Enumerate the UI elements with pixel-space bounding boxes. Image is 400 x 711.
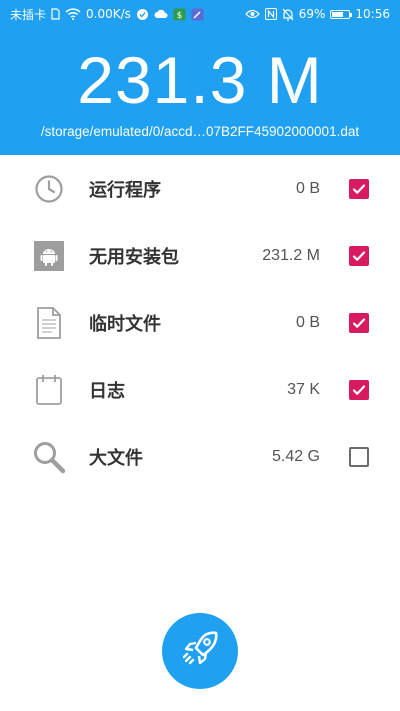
checkmark-icon (352, 183, 366, 194)
item-size: 0 B (295, 313, 320, 331)
item-checkbox[interactable] (349, 446, 369, 467)
item-label: 日志 (89, 380, 125, 402)
status-bar-right: 69% 10:56 (244, 7, 390, 21)
android-icon (32, 239, 66, 273)
list-item-large-files[interactable]: 大文件 5.42 G (0, 423, 400, 490)
status-bar: 未插卡 0.00K/s $ 69% 10:56 (0, 0, 400, 28)
item-label: 大文件 (89, 447, 143, 469)
app-notification-icon: $ (173, 8, 186, 21)
scanning-path: /storage/emulated/0/accd…07B2FF459020000… (40, 124, 360, 139)
item-label: 无用安装包 (89, 246, 179, 268)
boost-button[interactable] (162, 613, 238, 689)
wifi-icon (65, 8, 81, 20)
clock-icon (32, 172, 66, 206)
list-item-running-apps[interactable]: 运行程序 0 B (0, 155, 400, 222)
item-checkbox[interactable] (349, 379, 369, 400)
item-checkbox[interactable] (349, 312, 369, 333)
item-size: 37 K (287, 380, 320, 398)
list-item-unused-apks[interactable]: 无用安装包 231.2 M (0, 222, 400, 289)
list-item-logs[interactable]: 日志 37 K (0, 356, 400, 423)
item-label: 临时文件 (89, 313, 161, 335)
cloud-icon (154, 9, 168, 19)
item-size: 5.42 G (271, 447, 320, 465)
list-item-temp-files[interactable]: 临时文件 0 B (0, 289, 400, 356)
scan-header: 231.3 M /storage/emulated/0/accd…07B2FF4… (0, 28, 400, 155)
checkmark-icon (352, 250, 366, 261)
clock-time: 10:56 (355, 7, 390, 21)
checkmark-icon (352, 384, 366, 395)
battery-fill (332, 11, 344, 17)
total-junk-size: 231.3 M (77, 43, 323, 117)
item-label: 运行程序 (89, 179, 161, 201)
document-icon (32, 306, 66, 340)
nfc-icon (264, 8, 277, 20)
status-bar-left: 未插卡 0.00K/s $ (10, 6, 204, 23)
item-size: 0 B (295, 179, 320, 197)
svg-text:$: $ (177, 11, 183, 21)
item-checkbox[interactable] (349, 245, 369, 266)
battery-icon (330, 9, 353, 19)
item-size: 231.2 M (262, 246, 320, 264)
checkmark-icon (352, 317, 366, 328)
junk-category-list: 运行程序 0 B 无用安装包 231.2 M 临时文件 0 B 日志 37 K … (0, 155, 400, 490)
network-speed: 0.00K/s (86, 7, 131, 21)
carrier-text: 未插卡 (10, 7, 47, 22)
rocket-icon (177, 626, 223, 676)
sim-icon (51, 8, 60, 20)
calendar-icon (32, 373, 66, 407)
messenger-icon (136, 8, 149, 21)
battery-percent: 69% (298, 7, 326, 21)
search-icon (32, 440, 66, 474)
item-checkbox[interactable] (349, 178, 369, 199)
notes-app-icon (191, 8, 204, 21)
eye-comfort-icon (244, 9, 260, 19)
mute-bell-icon (282, 8, 294, 21)
